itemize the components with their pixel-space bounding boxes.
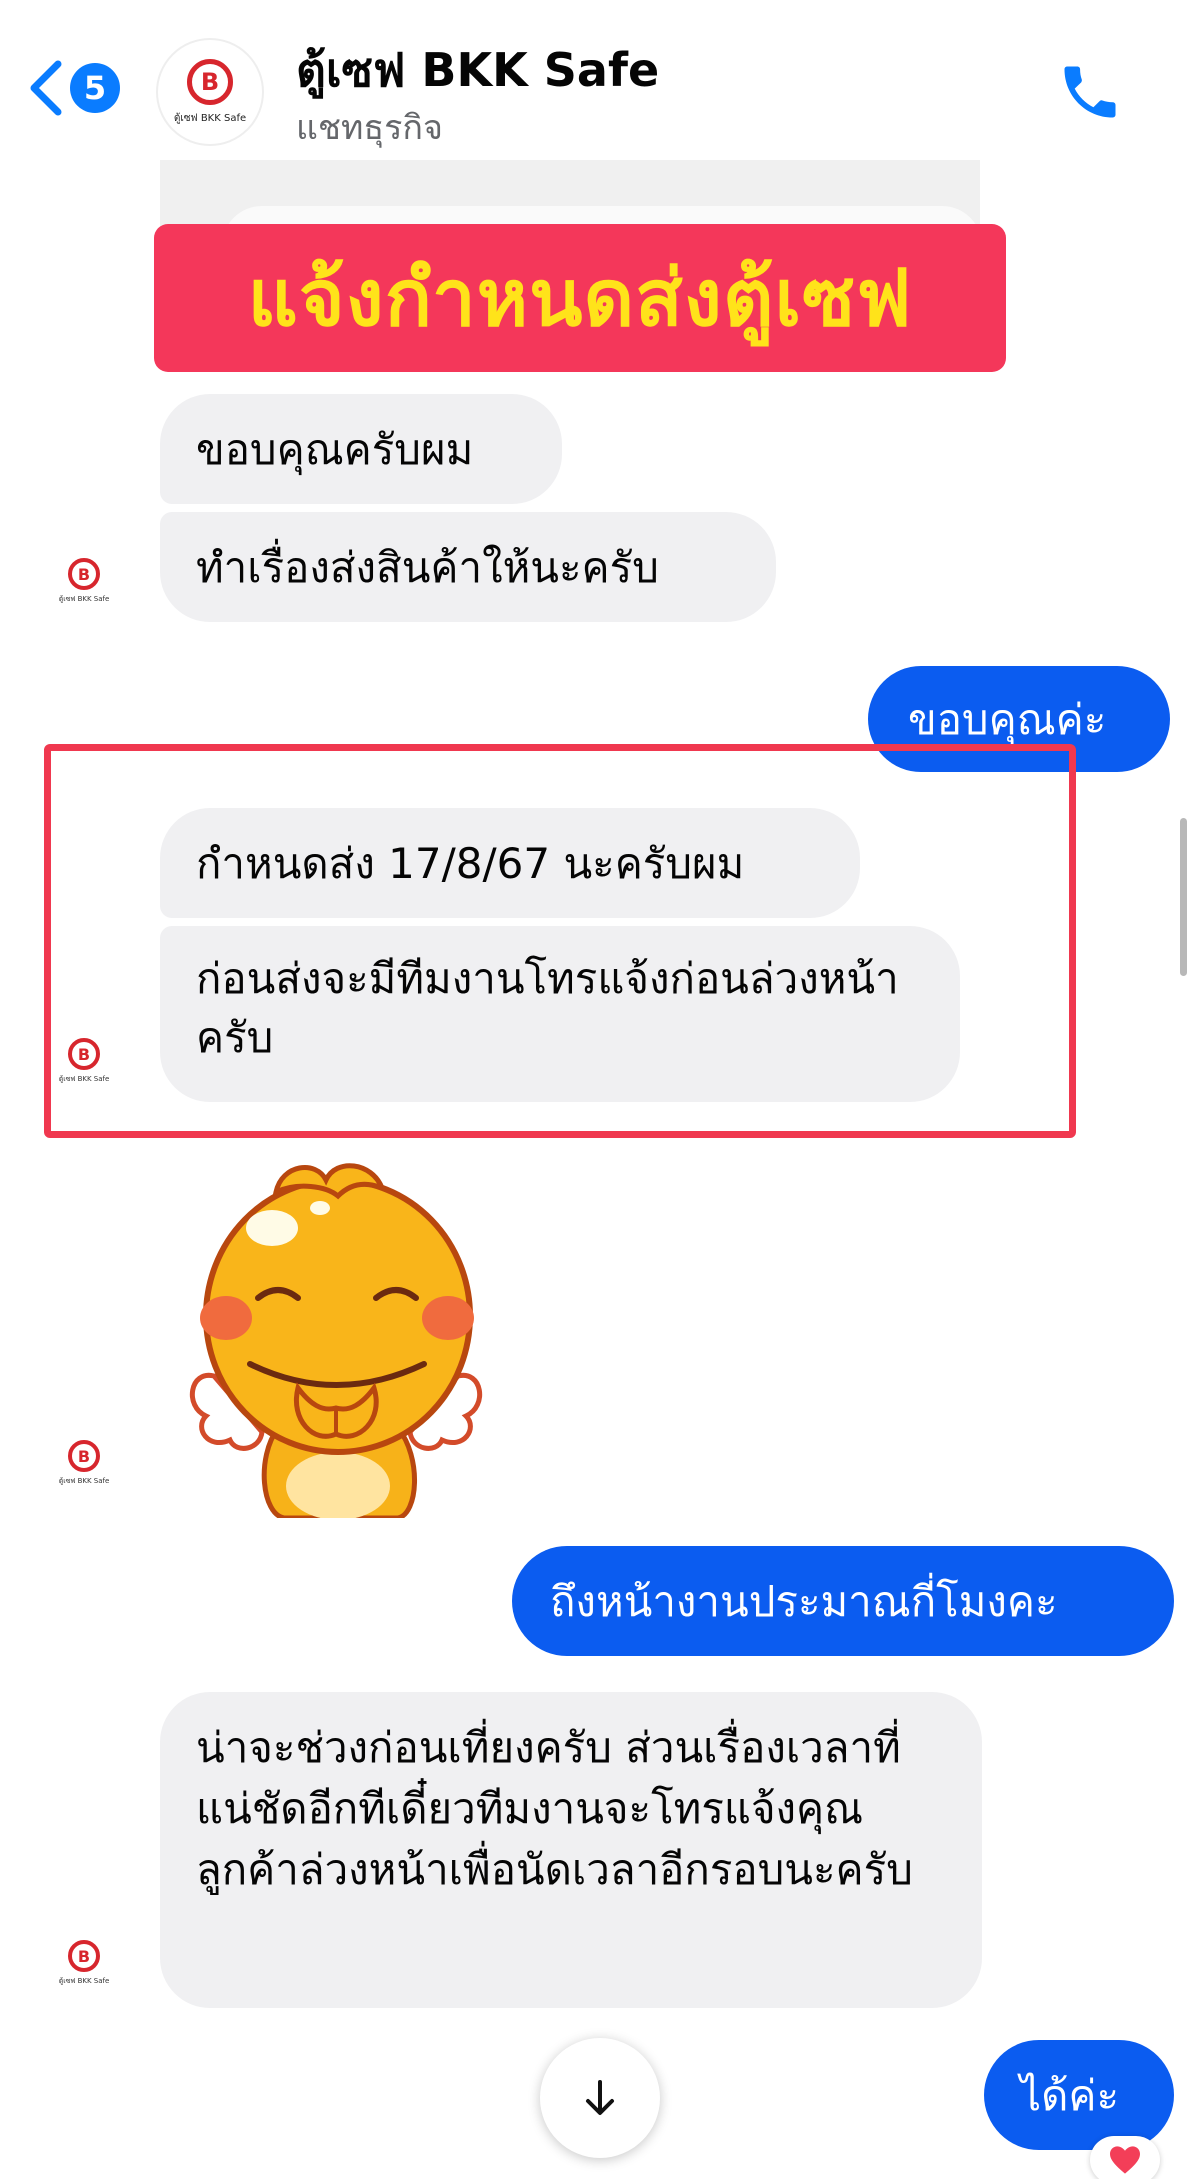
- scrollbar[interactable]: [1180, 818, 1187, 976]
- chevron-left-icon: [30, 60, 62, 116]
- heart-icon: [1110, 2146, 1140, 2174]
- unread-badge: 5: [70, 63, 120, 113]
- logo-caption: ตู้เซฟ BKK Safe: [58, 595, 110, 603]
- logo-caption: ตู้เซฟ BKK Safe: [173, 112, 247, 124]
- bkk-safe-logo: B: [68, 558, 100, 590]
- chat-header: 5 B ตู้เซฟ BKK Safe ตู้เซฟ BKK Safe แชทธ…: [0, 0, 1200, 160]
- announcement-banner: แจ้งกำหนดส่งตู้เซฟ: [154, 224, 1006, 372]
- message-reaction[interactable]: [1090, 2136, 1160, 2179]
- bkk-safe-logo: B: [187, 58, 233, 105]
- highlight-box: [44, 744, 1076, 1138]
- outgoing-message[interactable]: ถึงหน้างานประมาณกี่โมงคะ: [512, 1546, 1174, 1656]
- contact-subtitle: แชทธุรกิจ: [296, 108, 443, 148]
- bkk-safe-logo: B: [68, 1440, 100, 1472]
- logo-caption: ตู้เซฟ BKK Safe: [58, 1977, 110, 1985]
- angel-chick-sticker[interactable]: [186, 1158, 486, 1518]
- contact-avatar[interactable]: B ตู้เซฟ BKK Safe: [156, 38, 264, 146]
- sender-avatar[interactable]: B ตู้เซฟ BKK Safe: [59, 1440, 109, 1498]
- phone-icon[interactable]: [1056, 58, 1124, 126]
- incoming-message[interactable]: ทำเรื่องส่งสินค้าให้นะครับ: [160, 512, 776, 622]
- bkk-safe-logo: B: [68, 1940, 100, 1972]
- sender-avatar[interactable]: B ตู้เซฟ BKK Safe: [59, 1940, 109, 1998]
- scroll-to-bottom-button[interactable]: [540, 2038, 660, 2158]
- contact-name[interactable]: ตู้เซฟ BKK Safe: [296, 34, 659, 107]
- arrow-down-icon: [586, 2080, 614, 2115]
- banner-text: แจ้งกำหนดส่งตู้เซฟ: [247, 254, 913, 344]
- sender-avatar[interactable]: B ตู้เซฟ BKK Safe: [59, 558, 109, 616]
- incoming-message[interactable]: ขอบคุณครับผม: [160, 394, 562, 504]
- back-button[interactable]: 5: [26, 58, 120, 118]
- outgoing-message[interactable]: ได้ค่ะ: [984, 2040, 1174, 2150]
- incoming-message[interactable]: น่าจะช่วงก่อนเที่ยงครับ ส่วนเรื่องเวลาที…: [160, 1692, 982, 2008]
- logo-caption: ตู้เซฟ BKK Safe: [58, 1477, 110, 1485]
